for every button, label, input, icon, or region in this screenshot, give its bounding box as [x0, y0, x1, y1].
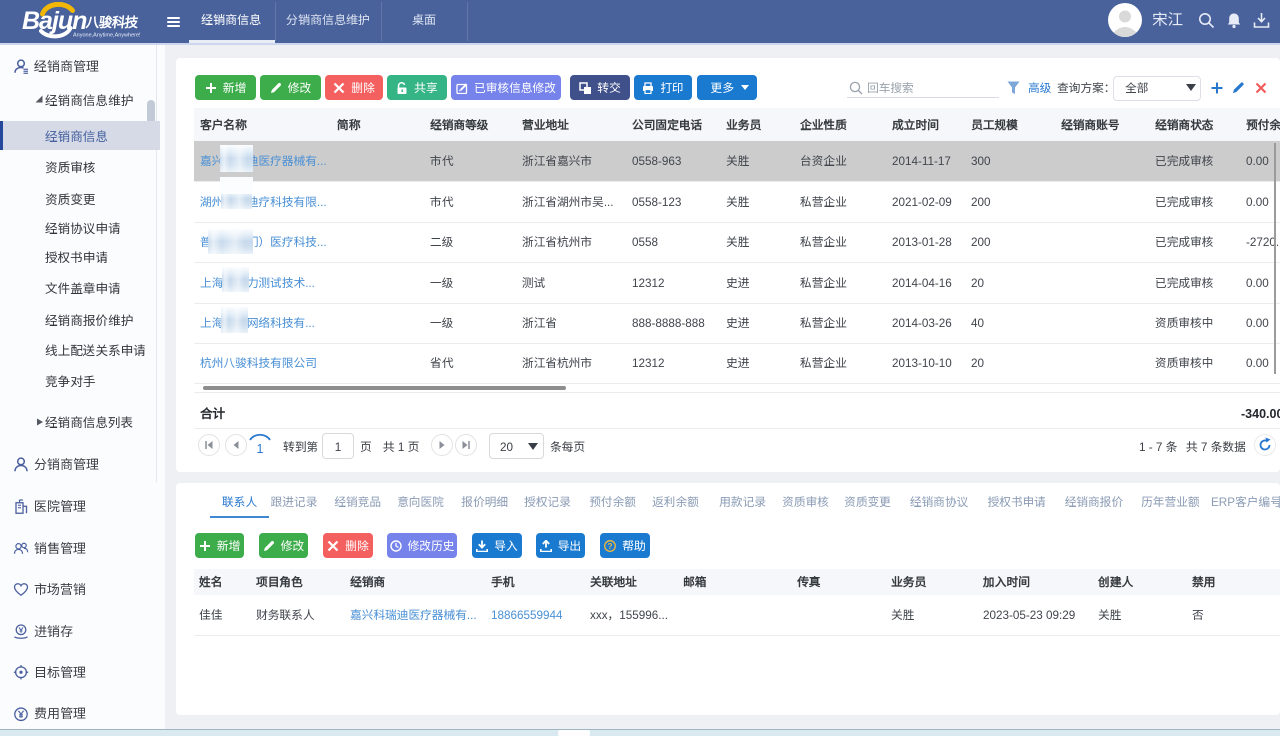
- svg-text:?: ?: [608, 541, 613, 551]
- svg-text:Bajun: Bajun: [22, 7, 87, 35]
- svg-text:八骏科技: 八骏科技: [85, 11, 140, 31]
- svg-text:Anyone,Anytime,Anywhere!: Anyone,Anytime,Anywhere!: [73, 33, 141, 39]
